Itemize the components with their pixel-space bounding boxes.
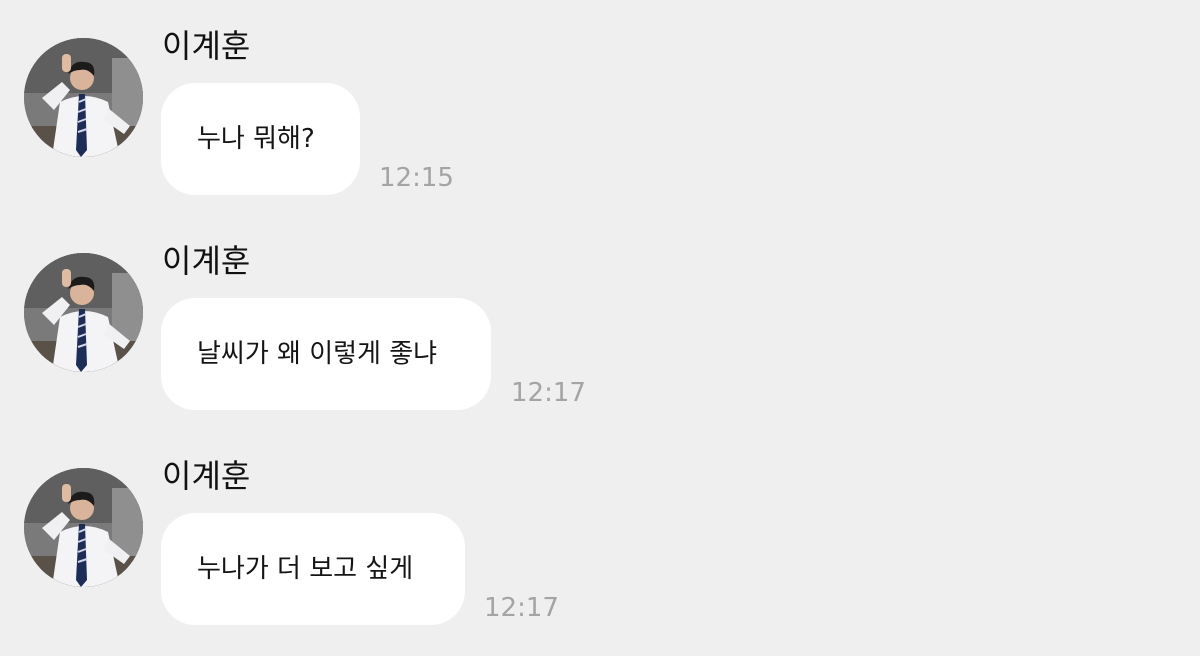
avatar[interactable]: [24, 468, 143, 587]
avatar-photo: [24, 38, 143, 157]
avatar-photo: [24, 468, 143, 587]
avatar-photo: [24, 253, 143, 372]
message-row: 이계훈 누나가 더 보고 싶게 12:17: [0, 456, 1200, 656]
avatar[interactable]: [24, 253, 143, 372]
message-timestamp: 12:15: [379, 163, 454, 193]
message-bubble[interactable]: 날씨가 왜 이렇게 좋냐: [161, 298, 491, 410]
message-bubble[interactable]: 누나 뭐해?: [161, 83, 360, 195]
avatar[interactable]: [24, 38, 143, 157]
message-row: 이계훈 누나 뭐해? 12:15: [0, 26, 1200, 226]
message-bubble[interactable]: 누나가 더 보고 싶게: [161, 513, 465, 625]
message-row: 이계훈 날씨가 왜 이렇게 좋냐 12:17: [0, 241, 1200, 441]
sender-name: 이계훈: [162, 457, 251, 495]
message-timestamp: 12:17: [511, 378, 586, 408]
sender-name: 이계훈: [162, 27, 251, 65]
sender-name: 이계훈: [162, 242, 251, 280]
chat-thread: 이계훈 누나 뭐해? 12:15 이계훈 날씨가 왜 이렇게 좋냐 12:17: [0, 0, 1200, 655]
message-timestamp: 12:17: [484, 593, 559, 623]
